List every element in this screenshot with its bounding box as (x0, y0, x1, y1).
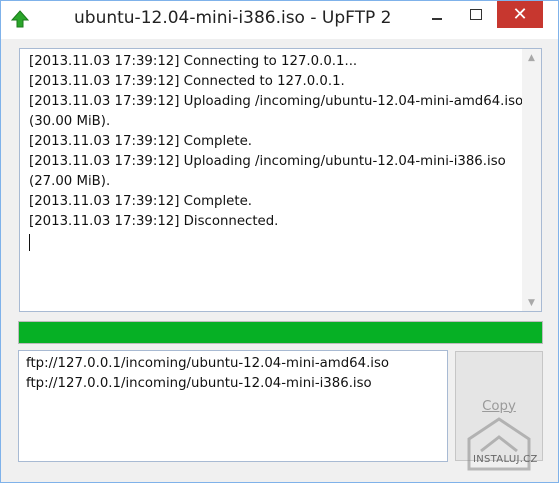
green-up-arrow-icon (10, 10, 30, 28)
close-icon: ✕ (512, 4, 528, 25)
text-caret (29, 234, 30, 251)
log-line: (27.00 MiB). (29, 174, 111, 189)
log-line: (30.00 MiB). (29, 114, 111, 129)
log-lines: [2013.11.03 17:39:12] Connecting to 127.… (29, 52, 524, 251)
close-button[interactable]: ✕ (497, 1, 543, 28)
scroll-up-icon[interactable]: ▲ (522, 49, 541, 66)
url-list[interactable]: ftp://127.0.0.1/incoming/ubuntu-12.04-mi… (18, 350, 448, 462)
progress-fill (19, 322, 542, 343)
log-line: [2013.11.03 17:39:12] Complete. (29, 134, 252, 149)
log-line: [2013.11.03 17:39:12] Disconnected. (29, 214, 279, 229)
upload-progress-bar (18, 321, 543, 344)
maximize-button[interactable] (457, 1, 495, 28)
scroll-down-icon[interactable]: ▼ (522, 294, 541, 311)
log-line: [2013.11.03 17:39:12] Connected to 127.0… (29, 74, 345, 89)
url-item[interactable]: ftp://127.0.0.1/incoming/ubuntu-12.04-mi… (26, 354, 389, 374)
log-line: [2013.11.03 17:39:12] Uploading /incomin… (29, 94, 524, 109)
title-bar[interactable]: ubuntu-12.04-mini-i386.iso - UpFTP 2 ✕ (1, 1, 558, 39)
watermark-text: INSTALUJ.CZ (473, 454, 538, 465)
minimize-button[interactable] (418, 1, 456, 28)
url-item[interactable]: ftp://127.0.0.1/incoming/ubuntu-12.04-mi… (26, 374, 389, 394)
upftp-window: ubuntu-12.04-mini-i386.iso - UpFTP 2 ✕ [… (0, 0, 559, 483)
log-line: [2013.11.03 17:39:12] Uploading /incomin… (29, 154, 506, 169)
maximize-icon (470, 9, 482, 20)
url-lines: ftp://127.0.0.1/incoming/ubuntu-12.04-mi… (26, 354, 389, 394)
log-scrollbar[interactable]: ▲ ▼ (522, 49, 541, 311)
log-textarea[interactable]: [2013.11.03 17:39:12] Connecting to 127.… (19, 48, 542, 312)
log-line: [2013.11.03 17:39:12] Complete. (29, 194, 252, 209)
log-line: [2013.11.03 17:39:12] Connecting to 127.… (29, 54, 358, 69)
minimize-icon (432, 17, 442, 20)
window-title: ubuntu-12.04-mini-i386.iso - UpFTP 2 (74, 8, 392, 28)
